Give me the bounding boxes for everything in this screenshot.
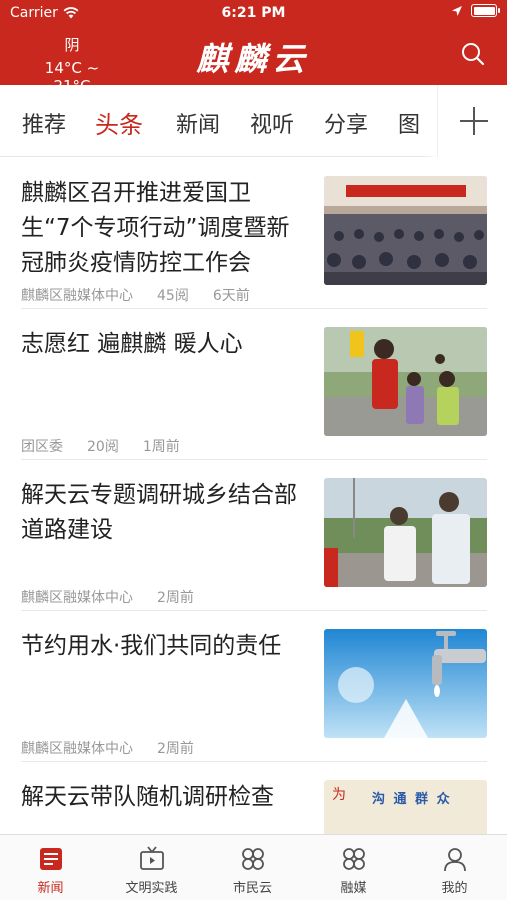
status-bar: Carrier 6:21 PM	[0, 0, 507, 26]
clover-icon	[241, 848, 264, 870]
tab-share[interactable]: 分享	[324, 107, 368, 139]
tab-pictures[interactable]: 图	[398, 107, 420, 139]
list-item[interactable]: 节约用水·我们共同的责任 麒麟区融媒体中心 2周前	[21, 611, 487, 762]
tab-bar-citizen-cloud[interactable]: 市民云	[202, 835, 303, 900]
bottom-tab-bar: 新闻 文明实践 市民云 融媒 我的	[0, 834, 507, 900]
tab-bar-label: 融媒	[340, 881, 367, 896]
status-right	[451, 4, 500, 17]
news-time: 6天前	[212, 288, 250, 304]
tab-bar-civilization[interactable]: 文明实践	[101, 835, 202, 900]
news-thumbnail: 为 沟 通 群 众	[324, 780, 487, 834]
app-logo: 麒麟云	[196, 40, 311, 78]
tab-bar-media[interactable]: 融媒	[303, 835, 404, 900]
list-item[interactable]: 解天云专题调研城乡结合部道路建设 麒麟区融媒体中心 2周前	[21, 460, 487, 611]
list-item[interactable]: 麒麟区召开推进爱国卫生“7个专项行动”调度暨新冠肺炎疫情防控工作会 麒麟区融媒体…	[21, 158, 487, 309]
channel-tabs: 推荐 头条 新闻 视听 分享 图	[0, 85, 507, 157]
news-title: 节约用水·我们共同的责任	[21, 633, 282, 659]
user-icon	[443, 848, 466, 872]
news-source: 麒麟区融媒体中心	[21, 590, 133, 606]
status-time: 6:21 PM	[221, 5, 286, 21]
battery-icon	[471, 4, 500, 17]
search-icon[interactable]	[459, 40, 487, 68]
list-item[interactable]: 解天云带队随机调研检查 为 沟 通 群 众	[21, 762, 487, 834]
tab-audio-video[interactable]: 视听	[250, 107, 294, 139]
news-meta: 麒麟区融媒体中心 2周前	[21, 738, 218, 758]
news-time: 2周前	[157, 590, 194, 606]
tab-bar-label: 市民云	[232, 881, 272, 896]
add-channel-button[interactable]	[437, 85, 507, 157]
news-source: 麒麟区融媒体中心	[21, 288, 133, 304]
tab-bar-mine[interactable]: 我的	[404, 835, 505, 900]
clover-icon	[342, 848, 365, 870]
news-thumbnail	[324, 629, 487, 738]
tab-headlines[interactable]: 头条	[95, 105, 143, 140]
news-title: 解天云带队随机调研检查	[21, 784, 274, 810]
news-thumbnail	[324, 176, 487, 285]
news-list: 麒麟区召开推进爱国卫生“7个专项行动”调度暨新冠肺炎疫情防控工作会 麒麟区融媒体…	[0, 158, 507, 834]
news-meta: 团区委 20阅 1周前	[21, 436, 204, 456]
tab-bar-news[interactable]: 新闻	[0, 835, 101, 900]
tab-recommend[interactable]: 推荐	[22, 107, 66, 139]
news-thumbnail	[324, 327, 487, 436]
news-title: 麒麟区召开推进爱国卫生“7个专项行动”调度暨新冠肺炎疫情防控工作会	[21, 180, 290, 276]
news-meta: 麒麟区融媒体中心 2周前	[21, 587, 218, 607]
list-item[interactable]: 志愿红 遍麒麟 暖人心 团区委 20阅 1周前	[21, 309, 487, 460]
news-source: 团区委	[21, 439, 63, 455]
news-time: 1周前	[142, 439, 180, 455]
tab-bar-label: 我的	[441, 881, 468, 896]
tab-bar-label: 新闻	[37, 881, 64, 896]
location-arrow-icon	[452, 5, 462, 16]
banner-left-text: 为	[332, 787, 346, 803]
news-source: 麒麟区融媒体中心	[21, 741, 133, 757]
news-title: 志愿红 遍麒麟 暖人心	[21, 331, 243, 357]
news-icon	[39, 848, 62, 870]
banner-text: 沟 通 群 众	[372, 792, 452, 807]
news-reads: 45阅	[157, 288, 189, 304]
tabs-fade	[423, 85, 437, 157]
news-meta: 麒麟区融媒体中心 45阅 6天前	[21, 285, 274, 305]
news-thumbnail	[324, 478, 487, 587]
tv-icon	[139, 846, 164, 870]
news-reads: 20阅	[87, 439, 119, 455]
news-time: 2周前	[157, 741, 194, 757]
news-title: 解天云专题调研城乡结合部道路建设	[21, 482, 297, 543]
app-header: Carrier 6:21 PM 阴 14°C ~ 21°C 麒麟云	[0, 0, 507, 95]
tab-bar-label: 文明实践	[125, 881, 178, 896]
tab-news[interactable]: 新闻	[176, 107, 220, 139]
